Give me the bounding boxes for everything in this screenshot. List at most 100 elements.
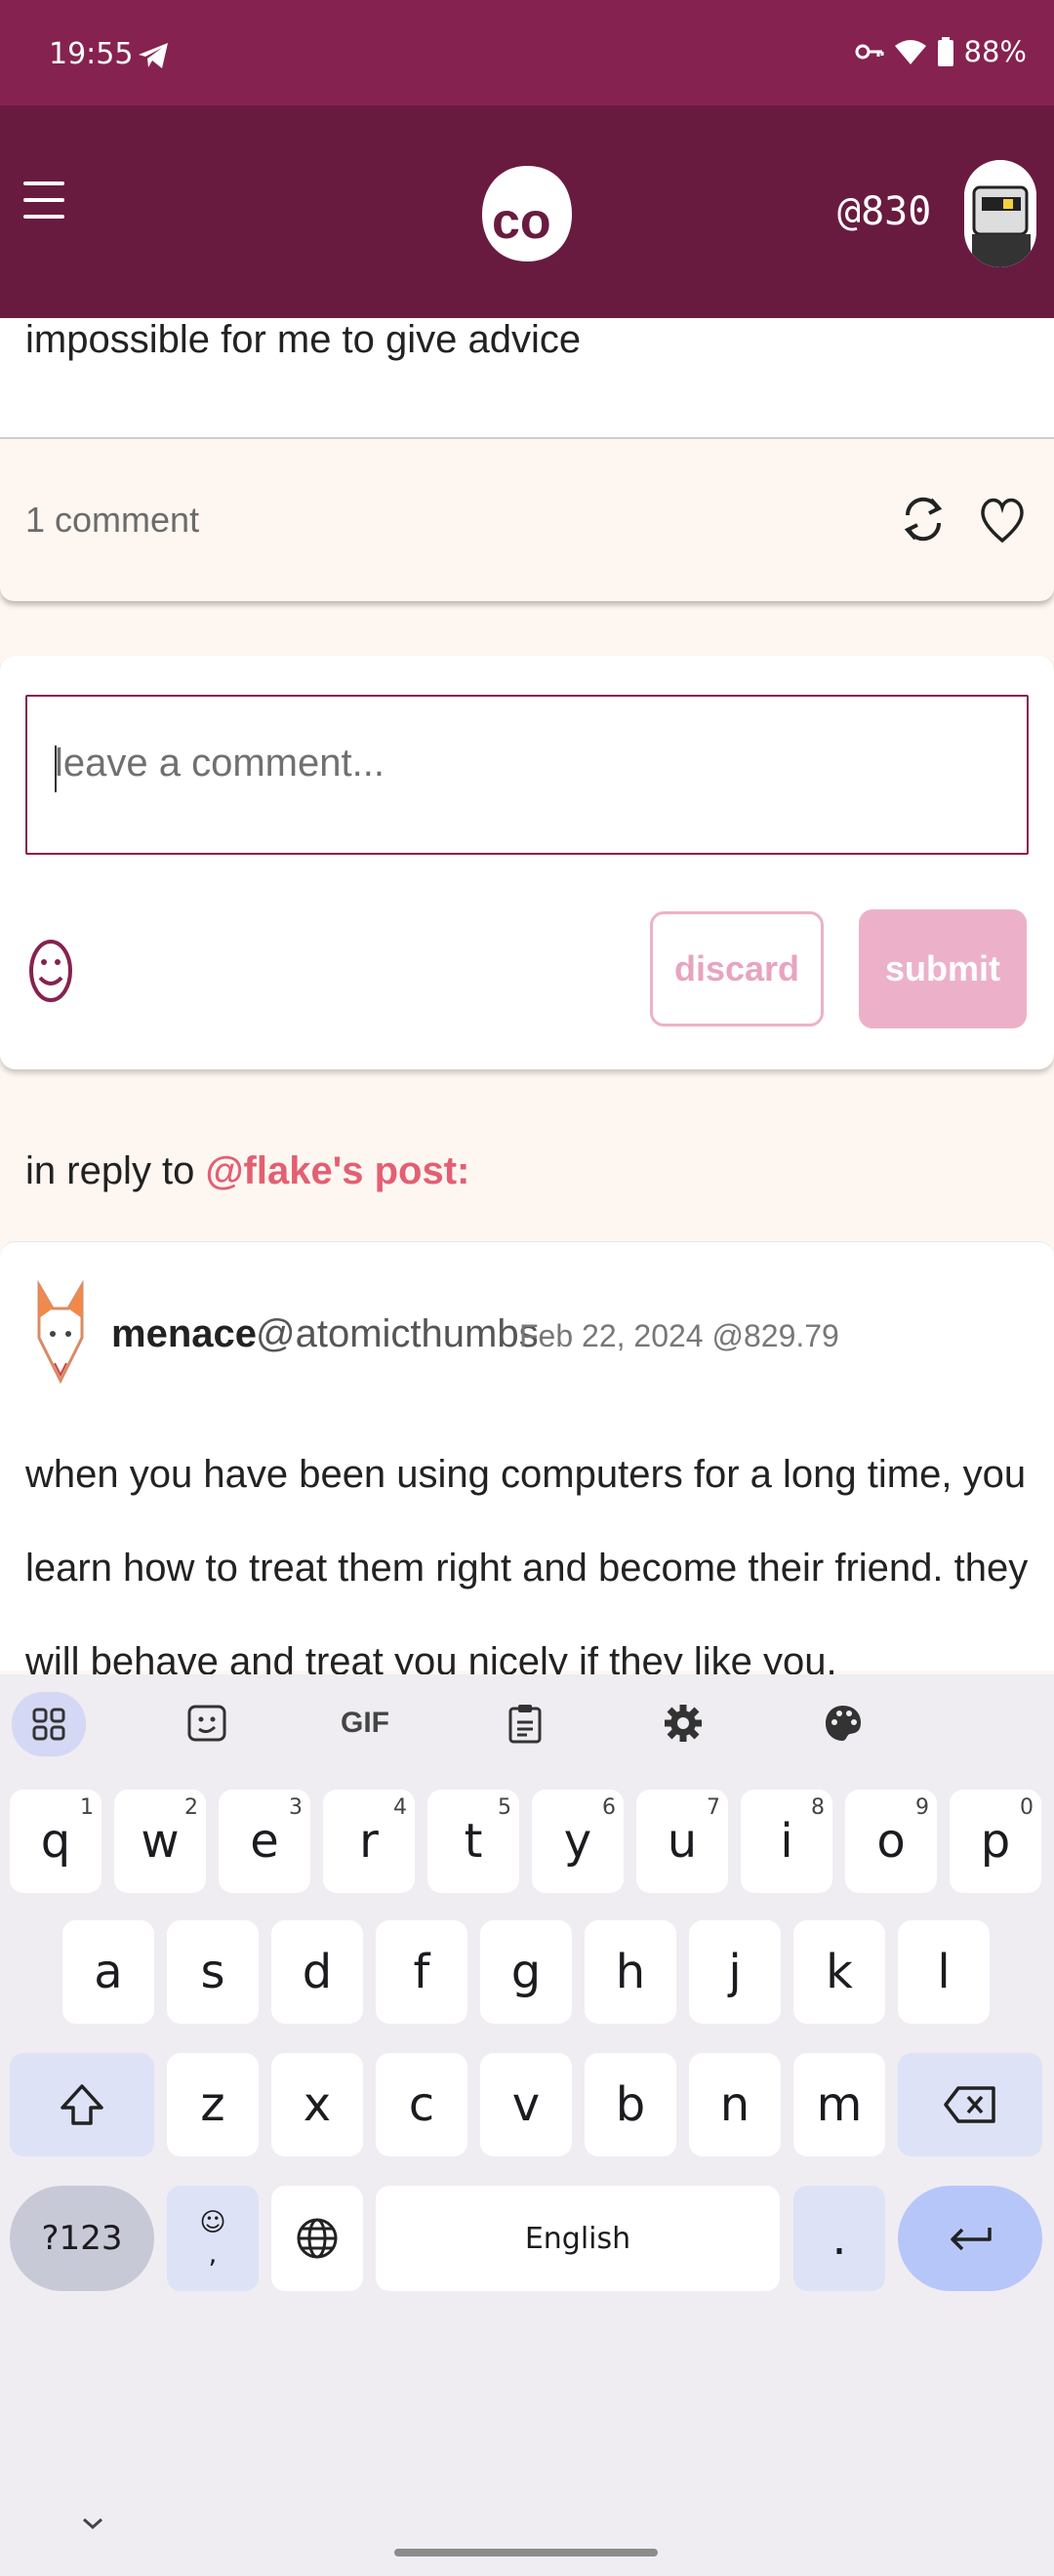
key-z[interactable]: z bbox=[167, 2053, 259, 2156]
key-label: q bbox=[40, 1814, 71, 1869]
language-key[interactable] bbox=[271, 2186, 363, 2291]
discard-button[interactable]: discard bbox=[650, 911, 824, 1026]
key-c[interactable]: c bbox=[376, 2053, 467, 2156]
space-key[interactable]: English bbox=[376, 2186, 780, 2291]
reply-handle[interactable]: @atomicthumbs bbox=[256, 1312, 539, 1356]
chevron-down-icon[interactable] bbox=[78, 2514, 107, 2533]
key-n[interactable]: n bbox=[689, 2053, 781, 2156]
reply-timestamp[interactable]: Feb 22, 2024 @829.79 bbox=[519, 1318, 839, 1354]
post-body: impossible for me to give advice bbox=[0, 318, 1054, 439]
key-w[interactable]: w2 bbox=[114, 1790, 206, 1893]
key-r[interactable]: r4 bbox=[323, 1790, 415, 1893]
key-q[interactable]: q1 bbox=[10, 1790, 101, 1893]
key-label: t bbox=[464, 1814, 483, 1869]
key-hint: 2 bbox=[184, 1795, 198, 1820]
shift-icon bbox=[61, 2084, 103, 2125]
key-x[interactable]: x bbox=[271, 2053, 363, 2156]
key-label: w bbox=[141, 1814, 180, 1869]
key-v[interactable]: v bbox=[480, 2053, 572, 2156]
post-footer: 1 comment bbox=[0, 439, 1054, 601]
period-key[interactable]: . bbox=[793, 2186, 885, 2291]
comment-count[interactable]: 1 comment bbox=[25, 500, 199, 541]
key-label: p bbox=[980, 1814, 1011, 1869]
reply-post: menace @atomicthumbs Feb 22, 2024 @829.7… bbox=[0, 1241, 1054, 1683]
status-bar: 19:55 88% bbox=[0, 0, 1054, 105]
reply-display-name[interactable]: menace bbox=[111, 1312, 257, 1356]
key-hint: 1 bbox=[80, 1795, 94, 1820]
key-l[interactable]: l bbox=[898, 1920, 990, 2024]
key-hint: 5 bbox=[498, 1795, 511, 1820]
comma-label: , bbox=[208, 2236, 218, 2270]
fox-mask-avatar[interactable] bbox=[33, 1279, 88, 1389]
key-hint: 6 bbox=[602, 1795, 616, 1820]
key-b[interactable]: b bbox=[585, 2053, 676, 2156]
key-u[interactable]: u7 bbox=[636, 1790, 728, 1893]
wifi-icon bbox=[894, 40, 926, 64]
key-k[interactable]: k bbox=[793, 1920, 885, 2024]
comment-input[interactable]: leave a comment... bbox=[25, 695, 1029, 855]
enter-key[interactable] bbox=[898, 2186, 1042, 2291]
globe-icon bbox=[297, 2218, 338, 2259]
app-header: co @830 bbox=[0, 105, 1054, 318]
battery-icon bbox=[937, 37, 953, 66]
comment-placeholder: leave a comment... bbox=[55, 742, 385, 785]
key-hint: 4 bbox=[393, 1795, 407, 1820]
cohost-logo[interactable]: co bbox=[478, 160, 576, 267]
comment-card: leave a comment... discard submit bbox=[0, 656, 1054, 1069]
key-m[interactable]: m bbox=[793, 2053, 885, 2156]
user-avatar[interactable] bbox=[964, 160, 1036, 267]
key-e[interactable]: e3 bbox=[219, 1790, 310, 1893]
like-heart-icon[interactable] bbox=[978, 490, 1027, 548]
battery-level: 88% bbox=[963, 35, 1027, 68]
status-icons: 88% bbox=[855, 35, 1027, 68]
key-o[interactable]: o9 bbox=[845, 1790, 937, 1893]
key-hint: 3 bbox=[289, 1795, 303, 1820]
clock: 19:55 bbox=[49, 37, 134, 71]
key-p[interactable]: p0 bbox=[950, 1790, 1041, 1893]
smile-icon: ☺ bbox=[199, 2207, 226, 2237]
emoji-picker-icon[interactable] bbox=[27, 939, 74, 1003]
home-indicator[interactable] bbox=[394, 2549, 658, 2556]
shift-key[interactable] bbox=[10, 2053, 154, 2156]
sticker-icon[interactable] bbox=[176, 1692, 238, 1754]
enter-icon bbox=[951, 2228, 992, 2251]
emoji-comma-key[interactable]: ☺ , bbox=[167, 2186, 259, 2291]
menu-icon[interactable] bbox=[23, 181, 64, 224]
text-caret bbox=[55, 745, 57, 792]
user-handle[interactable]: @830 bbox=[837, 189, 931, 234]
reply-post-link[interactable]: @flake's post: bbox=[206, 1149, 470, 1192]
settings-icon[interactable] bbox=[652, 1692, 714, 1754]
key-hint: 8 bbox=[811, 1795, 825, 1820]
clipboard-icon[interactable] bbox=[494, 1692, 556, 1754]
reply-text: when you have been using computers for a… bbox=[25, 1453, 1029, 1683]
apps-icon[interactable] bbox=[12, 1692, 86, 1756]
backspace-key[interactable] bbox=[898, 2053, 1042, 2156]
key-icon bbox=[855, 44, 884, 60]
key-f[interactable]: f bbox=[376, 1920, 467, 2024]
soft-keyboard: GIF q1 w2 e3 r4 t5 y6 u7 i8 o9 p0 a s d … bbox=[0, 1674, 1054, 2576]
key-a[interactable]: a bbox=[62, 1920, 154, 2024]
key-i[interactable]: i8 bbox=[741, 1790, 832, 1893]
post-text: impossible for me to give advice bbox=[25, 318, 582, 361]
key-j[interactable]: j bbox=[689, 1920, 781, 2024]
submit-button[interactable]: submit bbox=[859, 909, 1027, 1028]
reply-prefix: in reply to bbox=[25, 1149, 195, 1192]
telegram-icon bbox=[139, 43, 168, 68]
symbols-key[interactable]: ?123 bbox=[10, 2186, 154, 2291]
key-label: y bbox=[563, 1814, 592, 1869]
share-icon[interactable] bbox=[900, 490, 947, 548]
key-y[interactable]: y6 bbox=[532, 1790, 624, 1893]
backspace-icon bbox=[944, 2086, 995, 2123]
gif-button[interactable]: GIF bbox=[334, 1692, 396, 1754]
key-hint: 9 bbox=[915, 1795, 929, 1820]
robot-avatar-icon bbox=[964, 160, 1036, 267]
key-h[interactable]: h bbox=[585, 1920, 676, 2024]
key-s[interactable]: s bbox=[167, 1920, 259, 2024]
key-label: o bbox=[876, 1814, 906, 1869]
key-d[interactable]: d bbox=[271, 1920, 363, 2024]
key-g[interactable]: g bbox=[480, 1920, 572, 2024]
key-t[interactable]: t5 bbox=[427, 1790, 519, 1893]
key-hint: 7 bbox=[707, 1795, 720, 1820]
key-label: e bbox=[250, 1814, 279, 1869]
palette-icon[interactable] bbox=[812, 1692, 874, 1754]
